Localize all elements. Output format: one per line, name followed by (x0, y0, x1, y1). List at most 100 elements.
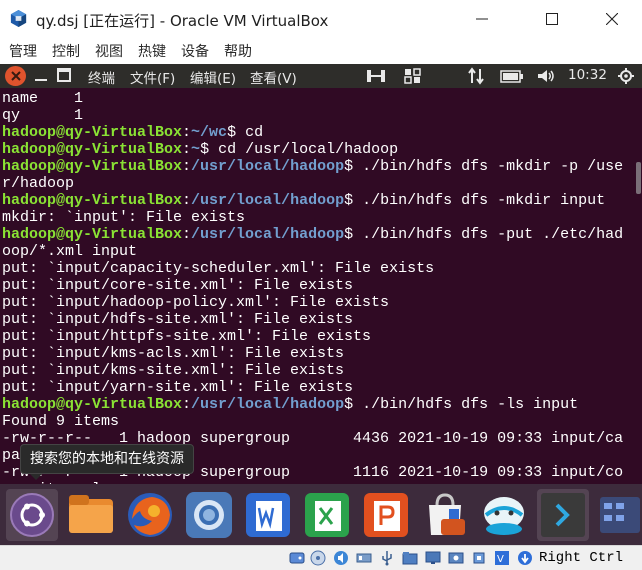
terminal-text-segment: : (182, 396, 192, 413)
host-key-label: Right Ctrl (539, 550, 624, 566)
audio-icon[interactable] (333, 550, 349, 566)
browser-icon (186, 492, 232, 538)
terminal-text-segment: $ cd (227, 124, 264, 141)
menu-devices[interactable]: 设备 (181, 41, 209, 61)
terminal-line: put: `input/httpfs-site.xml': File exist… (2, 328, 623, 345)
terminal-text-segment: oop/*.xml input (2, 243, 138, 260)
terminal-line: hadoop@qy-VirtualBox:/usr/local/hadoop$ … (2, 226, 623, 243)
panel-menu-file[interactable]: 文件(F) (130, 67, 175, 87)
panel-clock[interactable]: 10:32 (568, 67, 607, 83)
prompt-directory: /usr/local/hadoop (191, 192, 345, 209)
terminal-line: hadoop@qy-VirtualBox:~/wc$ cd (2, 124, 623, 141)
dock-item-chat[interactable] (478, 489, 530, 541)
terminal-icon (541, 493, 585, 537)
wps-spreadsheet-icon (305, 493, 349, 537)
terminal-text-segment: mkdir: `input': File exists (2, 209, 246, 226)
maximize-button[interactable] (529, 0, 575, 38)
prompt-user-host: hadoop@qy-VirtualBox (2, 124, 183, 141)
terminal-text-segment: $ ./bin/hdfs dfs -ls input (344, 396, 579, 413)
virtualbox-logo-icon (10, 9, 27, 28)
terminal-line: Found 9 items (2, 413, 623, 430)
terminal-line: hadoop@qy-VirtualBox:/usr/local/hadoop$ … (2, 158, 623, 175)
panel-menu-view[interactable]: 查看(V) (250, 67, 297, 87)
network-transfer-icon[interactable] (467, 67, 485, 85)
dock-tooltip: 搜索您的本地和在线资源 (20, 444, 194, 474)
terminal-text-segment: : (182, 141, 192, 158)
mouse-integration-icon[interactable] (517, 550, 533, 566)
terminal-minimize-button[interactable] (34, 68, 48, 84)
workspace-switcher-icon (600, 497, 640, 533)
wps-writer-icon (246, 493, 290, 537)
terminal-maximize-button[interactable] (57, 68, 71, 82)
minimize-button[interactable] (459, 0, 505, 38)
dock-item-firefox[interactable] (124, 489, 176, 541)
terminal-line: r/hadoop (2, 175, 623, 192)
files-icon (69, 495, 113, 533)
dock-item-software[interactable] (419, 489, 471, 541)
close-button[interactable] (589, 0, 635, 38)
usb-icon[interactable] (379, 550, 395, 566)
ubuntu-launcher-dock (0, 484, 642, 545)
terminal-close-button[interactable] (5, 66, 26, 86)
terminal-line: put: `input/kms-acls.xml': File exists (2, 345, 623, 362)
terminal-text-segment: : (182, 158, 192, 175)
network-indicator-icon[interactable] (366, 67, 386, 85)
menu-manage[interactable]: 管理 (9, 41, 37, 61)
prompt-directory: ~/wc (191, 124, 228, 141)
window-title: qy.dsj [正在运行] - Oracle VM VirtualBox (36, 12, 329, 30)
cpu-activity-icon[interactable] (471, 550, 487, 566)
menu-view[interactable]: 视图 (95, 41, 123, 61)
terminal-output-area[interactable]: name 1 qy 1 hadoop@qy-VirtualBox:~/wc$ cd h… (0, 88, 634, 484)
hard-disk-icon[interactable] (289, 550, 305, 566)
dock-item-browser[interactable] (183, 489, 235, 541)
dock-item-spreadsheet[interactable] (301, 489, 353, 541)
dock-item-presentation[interactable] (360, 489, 412, 541)
terminal-text-segment: put: `input/httpfs-site.xml': File exist… (2, 328, 372, 345)
vm-status-bar: V Right Ctrl (0, 545, 642, 570)
panel-menu-edit[interactable]: 编辑(E) (190, 67, 236, 87)
terminal-line: hadoop@qy-VirtualBox:/usr/local/hadoop$ … (2, 192, 623, 209)
ubuntu-top-panel: 终端 文件(F) 编辑(E) 查看(V) 10:32 (0, 64, 642, 88)
wps-presentation-icon (364, 493, 408, 537)
terminal-line: put: `input/hadoop-policy.xml': File exi… (2, 294, 623, 311)
terminal-text: name 1 qy 1 hadoop@qy-VirtualBox:~/wc$ cd h… (2, 90, 623, 484)
virtualization-icon[interactable]: V (494, 550, 510, 566)
battery-icon[interactable] (500, 67, 524, 85)
prompt-directory: ~ (191, 141, 201, 158)
terminal-scrollbar[interactable] (634, 88, 642, 484)
shared-folders-icon[interactable] (402, 550, 418, 566)
dock-item-files[interactable] (65, 489, 117, 541)
minimize-icon (35, 79, 47, 81)
power-gear-icon[interactable] (617, 67, 635, 85)
prompt-user-host: hadoop@qy-VirtualBox (2, 226, 183, 243)
keyboard-input-icon[interactable] (403, 67, 423, 85)
volume-icon[interactable] (536, 67, 556, 85)
menu-control[interactable]: 控制 (52, 41, 80, 61)
terminal-text-segment: : (182, 226, 192, 243)
software-center-icon (429, 493, 465, 535)
panel-menu-terminal[interactable]: 终端 (88, 67, 115, 87)
dock-item-search[interactable] (6, 489, 58, 541)
optical-drive-icon[interactable] (310, 550, 326, 566)
terminal-line: put: `input/capacity-scheduler.xml': Fil… (2, 260, 623, 277)
display-icon[interactable] (425, 550, 441, 566)
terminal-line: hadoop@qy-VirtualBox:/usr/local/hadoop$ … (2, 396, 623, 413)
menu-hotkey[interactable]: 热键 (138, 41, 166, 61)
terminal-line: qy 1 (2, 107, 623, 124)
ubuntu-search-icon (10, 493, 54, 537)
terminal-line: put: `input/core-site.xml': File exists (2, 277, 623, 294)
vm-window-title-bar[interactable]: qy.dsj [正在运行] - Oracle VM VirtualBox (0, 0, 642, 38)
video-capture-icon[interactable] (448, 550, 464, 566)
terminal-line: name 1 (2, 90, 623, 107)
dock-item-workspaces[interactable] (596, 489, 642, 541)
terminal-line: put: `input/hdfs-site.xml': File exists (2, 311, 623, 328)
dock-item-writer[interactable] (242, 489, 294, 541)
menu-help[interactable]: 帮助 (224, 41, 252, 61)
dock-item-terminal[interactable] (537, 489, 589, 541)
terminal-text-segment: name 1 (2, 90, 84, 107)
prompt-user-host: hadoop@qy-VirtualBox (2, 396, 183, 413)
network-adapter-icon[interactable] (356, 550, 372, 566)
terminal-text-segment: put: `input/hdfs-site.xml': File exists (2, 311, 354, 328)
prompt-user-host: hadoop@qy-VirtualBox (2, 192, 183, 209)
terminal-scrollbar-thumb[interactable] (636, 162, 641, 194)
